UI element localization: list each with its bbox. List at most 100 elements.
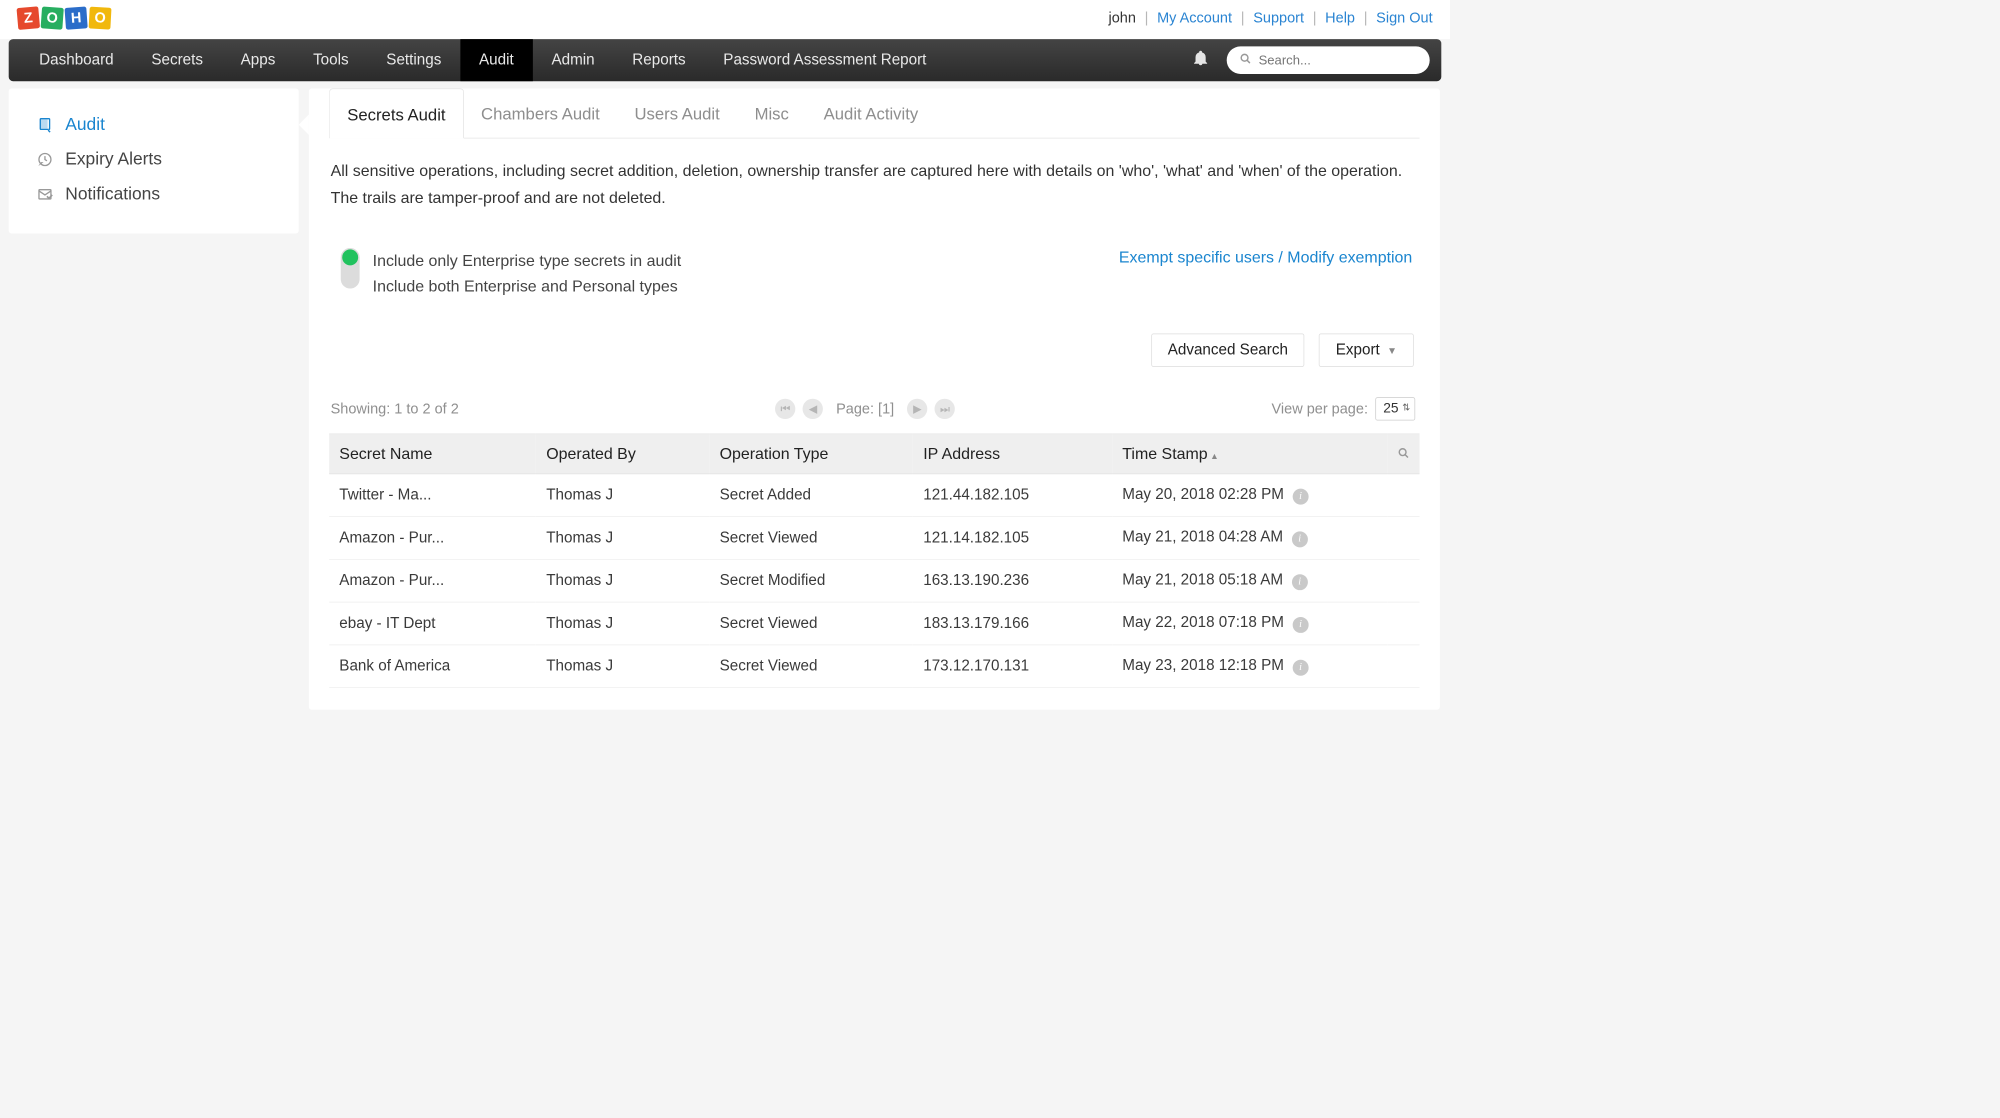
sidebar-item-expiry-alerts[interactable]: Expiry Alerts	[9, 142, 299, 177]
cell-time-stamp: May 21, 2018 04:28 AM i	[1112, 517, 1419, 560]
nav-item-audit[interactable]: Audit	[460, 39, 532, 81]
cell-operation-type: Secret Viewed	[709, 602, 913, 645]
nav-item-settings[interactable]: Settings	[367, 39, 460, 81]
sign-out-link[interactable]: Sign Out	[1376, 10, 1432, 27]
logo-char: H	[65, 7, 88, 30]
tab-description: All sensitive operations, including secr…	[329, 138, 1419, 211]
audit-tabs: Secrets AuditChambers AuditUsers AuditMi…	[329, 88, 1419, 138]
nav-item-dashboard[interactable]: Dashboard	[20, 39, 132, 81]
nav-item-reports[interactable]: Reports	[613, 39, 704, 81]
cell-ip-address: 121.14.182.105	[913, 517, 1112, 560]
cell-ip-address: 173.12.170.131	[913, 645, 1112, 688]
info-icon[interactable]: i	[1293, 660, 1309, 676]
cell-operation-type: Secret Viewed	[709, 517, 913, 560]
tab-misc[interactable]: Misc	[737, 88, 806, 137]
table-row: Amazon - Pur...Thomas JSecret Viewed121.…	[329, 517, 1419, 560]
cell-secret-name: Twitter - Ma...	[329, 474, 536, 517]
table-row: Bank of AmericaThomas JSecret Viewed173.…	[329, 645, 1419, 688]
info-icon[interactable]: i	[1292, 532, 1308, 548]
tab-chambers-audit[interactable]: Chambers Audit	[464, 88, 617, 137]
sidebar-item-label: Audit	[65, 115, 105, 135]
global-search[interactable]	[1227, 46, 1430, 74]
last-page-button[interactable]: ⏭	[935, 399, 955, 419]
caret-down-icon: ▼	[1387, 344, 1397, 356]
notifications-icon	[36, 186, 53, 203]
cell-secret-name: ebay - IT Dept	[329, 602, 536, 645]
cell-secret-name: Amazon - Pur...	[329, 517, 536, 560]
primary-nav: DashboardSecretsAppsToolsSettingsAuditAd…	[9, 39, 1442, 81]
table-row: Twitter - Ma...Thomas JSecret Added121.4…	[329, 474, 1419, 517]
page-indicator: Page: [1]	[836, 401, 894, 418]
prev-page-button[interactable]: ◀	[803, 399, 823, 419]
cell-secret-name: Amazon - Pur...	[329, 559, 536, 602]
showing-text: Showing: 1 to 2 of 2	[331, 401, 459, 418]
sidebar-item-audit[interactable]: Audit	[9, 107, 299, 142]
column-time-stamp[interactable]: Time Stamp	[1112, 434, 1388, 474]
current-user: john	[1108, 10, 1135, 27]
sidebar-item-label: Expiry Alerts	[65, 149, 162, 169]
search-icon	[1240, 53, 1252, 68]
info-icon[interactable]: i	[1293, 617, 1309, 633]
tab-users-audit[interactable]: Users Audit	[617, 88, 737, 137]
zoho-logo: Z O H O	[17, 7, 111, 29]
column-secret-name[interactable]: Secret Name	[329, 434, 536, 474]
logo-char: O	[89, 7, 112, 30]
logo-char: O	[41, 7, 64, 30]
notifications-bell-icon[interactable]	[1192, 49, 1209, 71]
secret-type-toggle[interactable]	[341, 248, 360, 289]
exempt-users-link[interactable]: Exempt specific users / Modify exemption	[1119, 248, 1412, 267]
column-operation-type[interactable]: Operation Type	[709, 434, 913, 474]
audit-table: Secret NameOperated ByOperation TypeIP A…	[329, 434, 1419, 688]
support-link[interactable]: Support	[1253, 10, 1304, 27]
separator: |	[1145, 10, 1149, 27]
cell-time-stamp: May 23, 2018 12:18 PM i	[1112, 645, 1419, 688]
view-per-page-label: View per page:	[1272, 401, 1368, 418]
table-row: ebay - IT DeptThomas JSecret Viewed183.1…	[329, 602, 1419, 645]
my-account-link[interactable]: My Account	[1157, 10, 1232, 27]
sidebar: Audit Expiry Alerts Notifications	[9, 88, 299, 233]
separator: |	[1364, 10, 1368, 27]
search-input[interactable]	[1259, 53, 1417, 68]
export-button[interactable]: Export▼	[1319, 334, 1414, 367]
table-row: Amazon - Pur...Thomas JSecret Modified16…	[329, 559, 1419, 602]
nav-item-password-assessment-report[interactable]: Password Assessment Report	[704, 39, 945, 81]
expiry-icon	[36, 151, 53, 168]
view-per-page-select[interactable]: 25	[1375, 397, 1415, 420]
separator: |	[1313, 10, 1317, 27]
cell-operated-by: Thomas J	[536, 602, 709, 645]
column-operated-by[interactable]: Operated By	[536, 434, 709, 474]
info-icon[interactable]: i	[1293, 489, 1309, 505]
tab-secrets-audit[interactable]: Secrets Audit	[329, 88, 464, 138]
toggle-labels: Include only Enterprise type secrets in …	[373, 248, 682, 299]
cell-ip-address: 163.13.190.236	[913, 559, 1112, 602]
nav-item-apps[interactable]: Apps	[222, 39, 294, 81]
cell-operated-by: Thomas J	[536, 559, 709, 602]
nav-item-secrets[interactable]: Secrets	[132, 39, 221, 81]
tab-audit-activity[interactable]: Audit Activity	[806, 88, 935, 137]
cell-operated-by: Thomas J	[536, 517, 709, 560]
sidebar-item-notifications[interactable]: Notifications	[9, 177, 299, 212]
cell-operation-type: Secret Viewed	[709, 645, 913, 688]
cell-secret-name: Bank of America	[329, 645, 536, 688]
toggle-option-both: Include both Enterprise and Personal typ…	[373, 273, 682, 299]
pagination: ⏮ ◀ Page: [1] ▶ ⏭	[775, 399, 955, 419]
help-link[interactable]: Help	[1325, 10, 1355, 27]
cell-ip-address: 183.13.179.166	[913, 602, 1112, 645]
audit-icon	[36, 116, 53, 133]
cell-time-stamp: May 21, 2018 05:18 AM i	[1112, 559, 1419, 602]
first-page-button[interactable]: ⏮	[775, 399, 795, 419]
cell-ip-address: 121.44.182.105	[913, 474, 1112, 517]
toggle-option-enterprise: Include only Enterprise type secrets in …	[373, 248, 682, 274]
sidebar-item-label: Notifications	[65, 184, 160, 204]
column-ip-address[interactable]: IP Address	[913, 434, 1112, 474]
cell-operated-by: Thomas J	[536, 474, 709, 517]
column-search-icon[interactable]	[1388, 434, 1420, 474]
top-links: john | My Account | Support | Help | Sig…	[1108, 10, 1432, 27]
logo-char: Z	[16, 6, 40, 30]
nav-item-admin[interactable]: Admin	[533, 39, 614, 81]
nav-item-tools[interactable]: Tools	[294, 39, 367, 81]
next-page-button[interactable]: ▶	[907, 399, 927, 419]
advanced-search-button[interactable]: Advanced Search	[1151, 334, 1305, 367]
cell-time-stamp: May 22, 2018 07:18 PM i	[1112, 602, 1419, 645]
info-icon[interactable]: i	[1292, 574, 1308, 590]
